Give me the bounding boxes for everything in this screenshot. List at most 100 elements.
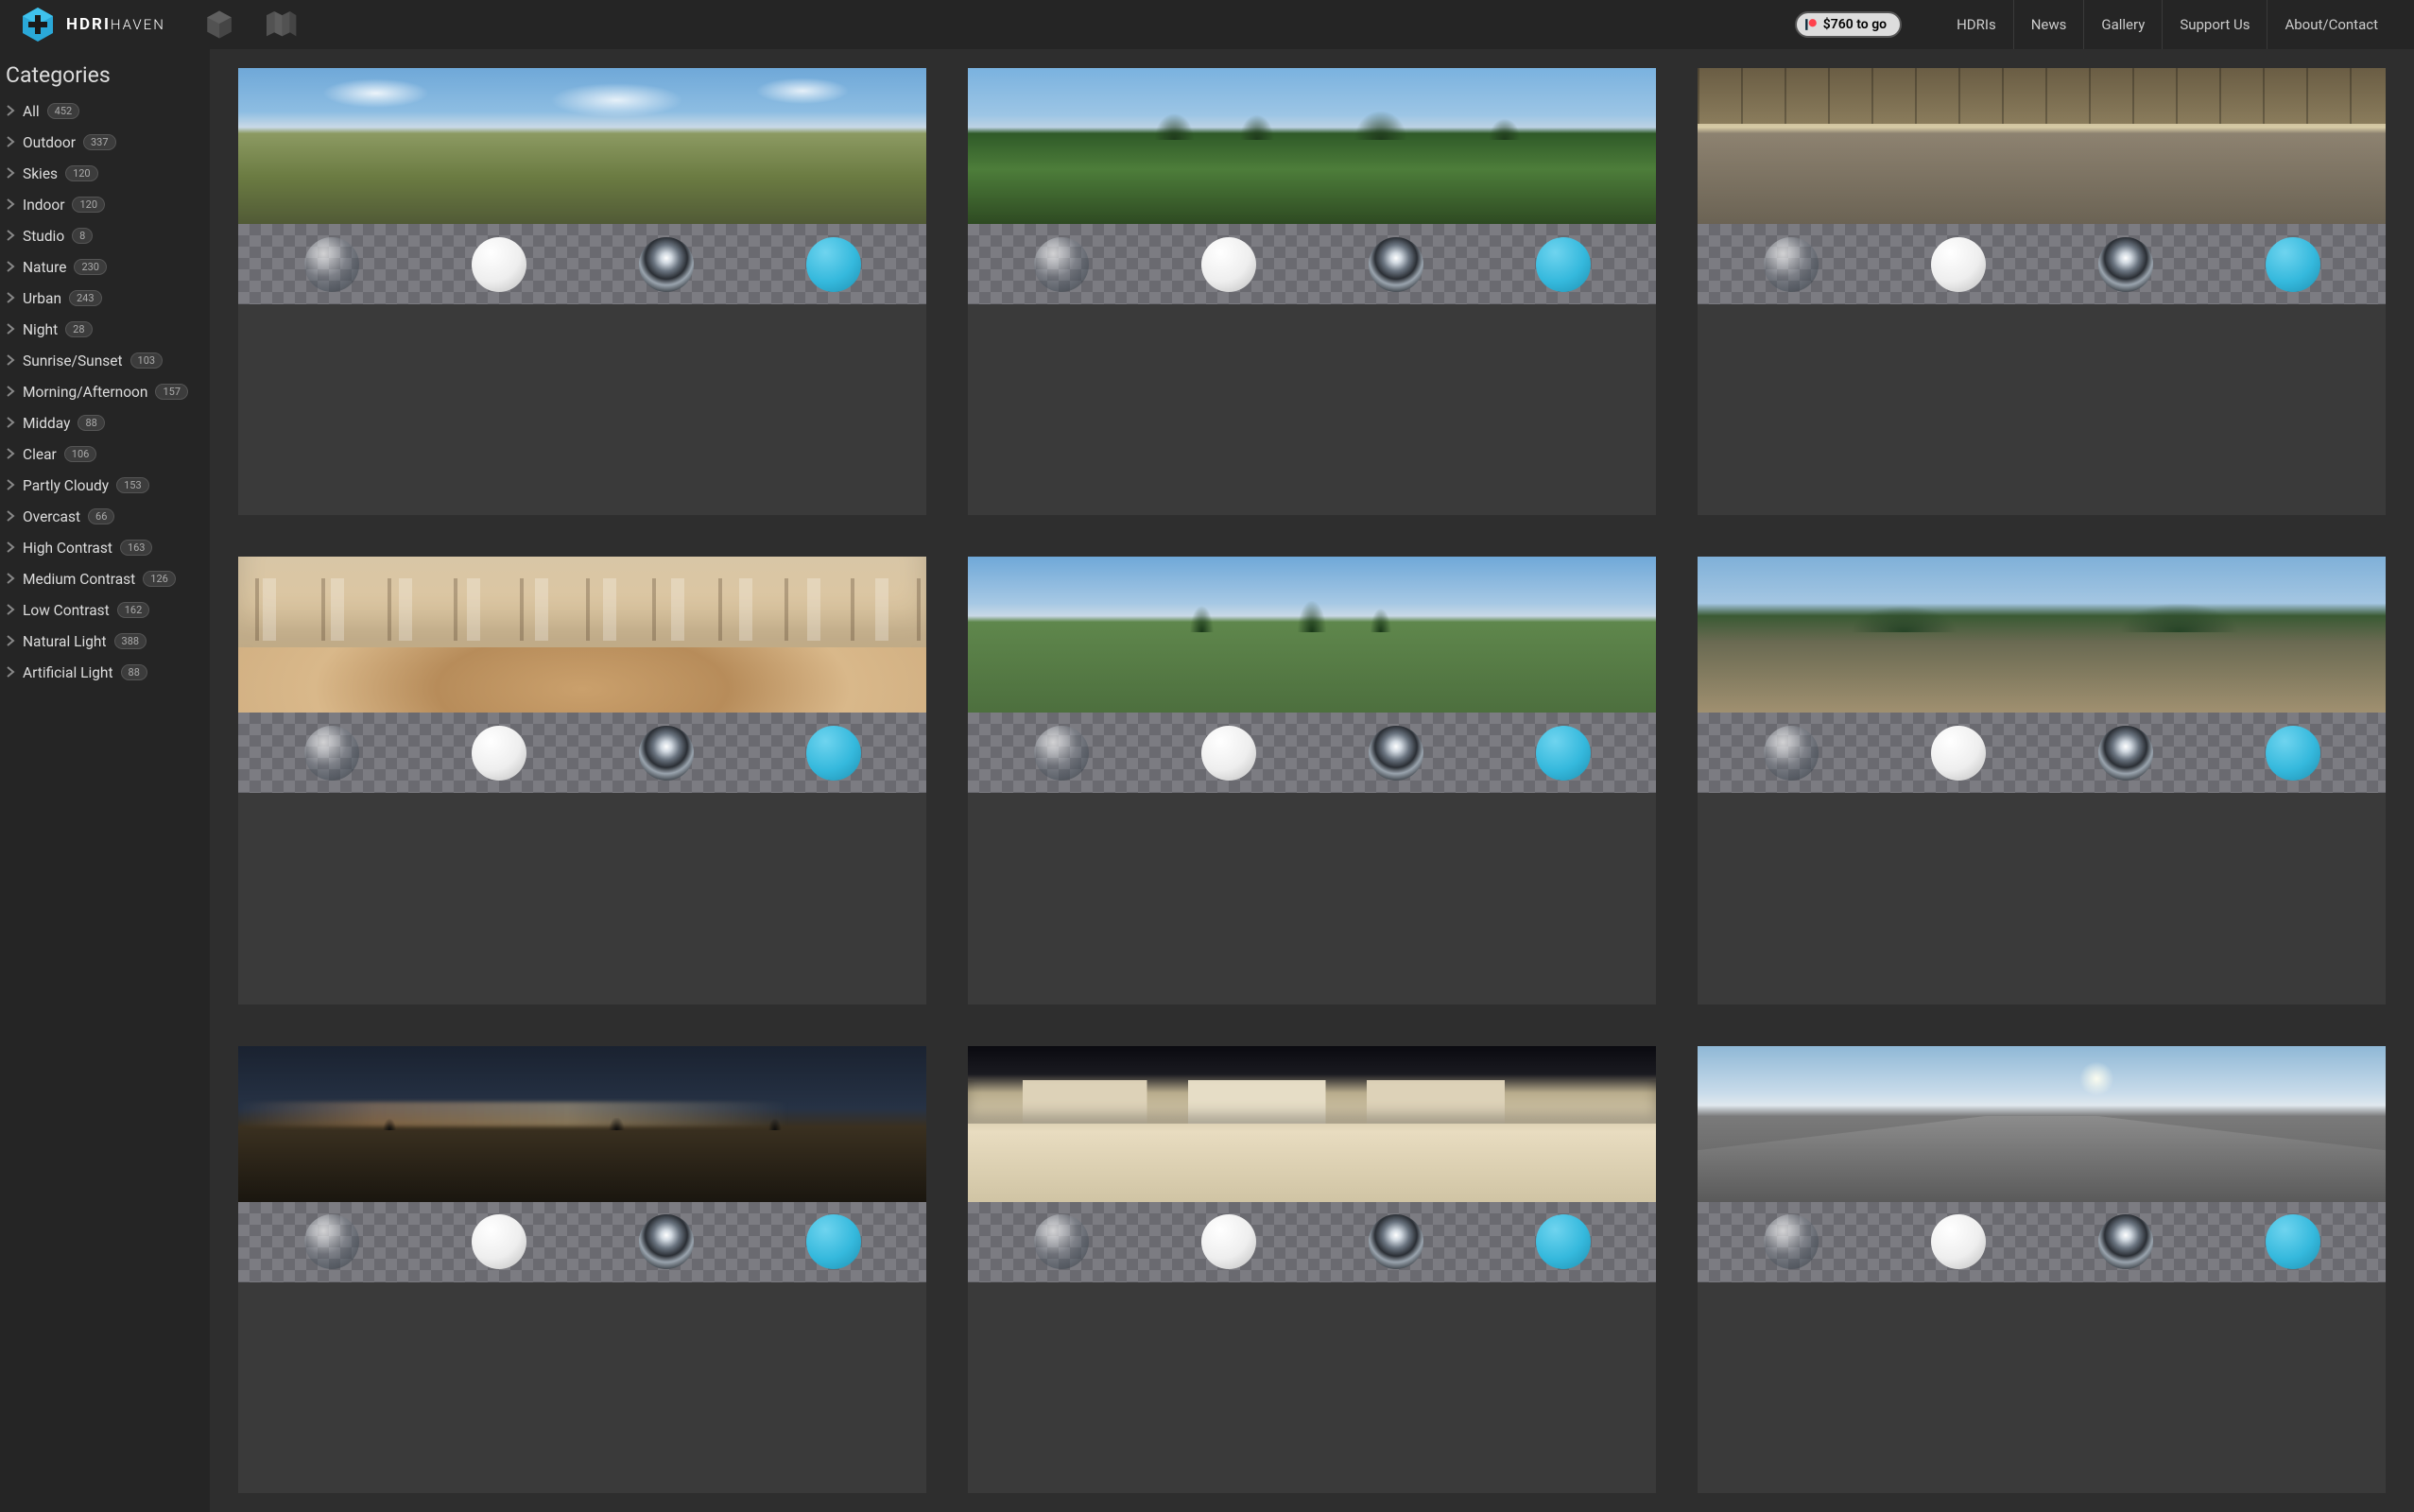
category-label: Sunrise/Sunset xyxy=(23,352,123,369)
texture-haven-icon[interactable] xyxy=(203,9,235,41)
hdri-panorama-preview xyxy=(238,68,926,224)
category-all[interactable]: All452 xyxy=(6,95,204,127)
patreon-icon xyxy=(1804,18,1818,31)
chevron-right-icon xyxy=(6,258,15,276)
category-label: Morning/Afternoon xyxy=(23,384,147,401)
category-count: 126 xyxy=(143,571,176,587)
category-label: Skies xyxy=(23,165,58,182)
chevron-right-icon xyxy=(6,445,15,463)
category-count: 66 xyxy=(88,508,114,524)
category-label: Low Contrast xyxy=(23,602,110,619)
category-morning-afternoon[interactable]: Morning/Afternoon157 xyxy=(6,376,204,407)
sphere-glass xyxy=(1034,726,1089,781)
chevron-right-icon xyxy=(6,102,15,120)
hdri-card[interactable] xyxy=(238,1046,926,1493)
hdri-card[interactable] xyxy=(968,1046,1656,1493)
chevron-right-icon xyxy=(6,507,15,525)
category-count: 388 xyxy=(114,633,147,649)
category-midday[interactable]: Midday88 xyxy=(6,407,204,438)
category-skies[interactable]: Skies 120 xyxy=(6,158,204,189)
nav-hdris[interactable]: HDRIs xyxy=(1940,0,2013,49)
category-sunrise-sunset[interactable]: Sunrise/Sunset103 xyxy=(6,345,204,376)
hdri-panorama-preview xyxy=(968,1046,1656,1202)
chevron-right-icon xyxy=(6,663,15,681)
sphere-chrome xyxy=(639,237,694,292)
main-nav: HDRIsNewsGallerySupport UsAbout/Contact xyxy=(1940,0,2395,49)
sphere-blue xyxy=(1536,1214,1591,1269)
category-label: Natural Light xyxy=(23,633,107,650)
chevron-right-icon xyxy=(6,320,15,338)
category-count: 8 xyxy=(72,228,93,244)
category-clear[interactable]: Clear106 xyxy=(6,438,204,470)
category-high-contrast[interactable]: High Contrast163 xyxy=(6,532,204,563)
category-low-contrast[interactable]: Low Contrast 162 xyxy=(6,594,204,626)
hdri-render-spheres xyxy=(1698,1202,2386,1282)
sidebar-title: Categories xyxy=(6,59,204,95)
category-medium-contrast[interactable]: Medium Contrast 126 xyxy=(6,563,204,594)
nav-news[interactable]: News xyxy=(2013,0,2084,49)
category-label: Medium Contrast xyxy=(23,571,135,588)
hdri-panorama-preview xyxy=(1698,1046,2386,1202)
nav-gallery[interactable]: Gallery xyxy=(2083,0,2162,49)
sphere-glass xyxy=(304,1214,359,1269)
category-artificial-light[interactable]: Artificial Light88 xyxy=(6,657,204,688)
category-count: 120 xyxy=(72,197,105,213)
category-count: 162 xyxy=(117,602,150,618)
category-overcast[interactable]: Overcast 66 xyxy=(6,501,204,532)
hdri-render-spheres xyxy=(968,1202,1656,1282)
sphere-white xyxy=(1931,237,1986,292)
sphere-white xyxy=(1201,726,1256,781)
header: HDRIHAVEN $760 to go HDRIsNewsGallerySup… xyxy=(0,0,2414,49)
site-logo[interactable]: HDRIHAVEN xyxy=(19,6,165,43)
sphere-blue xyxy=(2266,726,2320,781)
hdri-panorama-preview xyxy=(238,557,926,713)
category-count: 243 xyxy=(69,290,102,306)
sphere-blue xyxy=(2266,1214,2320,1269)
chevron-right-icon xyxy=(6,383,15,401)
category-label: Partly Cloudy xyxy=(23,477,109,494)
nav-support-us[interactable]: Support Us xyxy=(2162,0,2267,49)
chevron-right-icon xyxy=(6,414,15,432)
hdri-render-spheres xyxy=(238,224,926,304)
category-count: 230 xyxy=(74,259,107,275)
chevron-right-icon xyxy=(6,227,15,245)
category-nature[interactable]: Nature 230 xyxy=(6,251,204,283)
hdri-card[interactable] xyxy=(238,68,926,515)
sphere-chrome xyxy=(1369,726,1423,781)
hdri-render-spheres xyxy=(238,1202,926,1282)
sphere-glass xyxy=(1034,1214,1089,1269)
hdri-card[interactable] xyxy=(1698,557,2386,1004)
hdri-panorama-preview xyxy=(968,557,1656,713)
category-partly-cloudy[interactable]: Partly Cloudy 153 xyxy=(6,470,204,501)
sphere-chrome xyxy=(2098,1214,2153,1269)
category-studio[interactable]: Studio8 xyxy=(6,220,204,251)
category-count: 153 xyxy=(116,477,149,493)
hdri-card[interactable] xyxy=(968,557,1656,1004)
nav-about-contact[interactable]: About/Contact xyxy=(2267,0,2395,49)
hdri-panorama-preview xyxy=(1698,68,2386,224)
sphere-blue xyxy=(806,726,861,781)
funding-goal-pill[interactable]: $760 to go xyxy=(1795,11,1902,38)
category-label: Nature xyxy=(23,259,66,276)
sphere-glass xyxy=(1764,1214,1819,1269)
chevron-right-icon xyxy=(6,539,15,557)
category-indoor[interactable]: Indoor120 xyxy=(6,189,204,220)
category-label: Overcast xyxy=(23,508,80,525)
hdri-card[interactable] xyxy=(1698,1046,2386,1493)
category-urban[interactable]: Urban243 xyxy=(6,283,204,314)
model-haven-icon[interactable] xyxy=(262,9,298,41)
category-outdoor[interactable]: Outdoor337 xyxy=(6,127,204,158)
category-count: 120 xyxy=(65,165,98,181)
category-night[interactable]: Night28 xyxy=(6,314,204,345)
hdri-render-spheres xyxy=(238,713,926,793)
sidebar: Categories All452Outdoor337Skies120Indoo… xyxy=(0,49,210,1512)
logo-text: HDRIHAVEN xyxy=(66,15,165,34)
chevron-right-icon xyxy=(6,164,15,182)
hdri-panorama-preview xyxy=(238,1046,926,1202)
hdri-card[interactable] xyxy=(968,68,1656,515)
hdri-card[interactable] xyxy=(238,557,926,1004)
chevron-right-icon xyxy=(6,570,15,588)
category-count: 88 xyxy=(78,415,104,431)
category-natural-light[interactable]: Natural Light 388 xyxy=(6,626,204,657)
hdri-card[interactable] xyxy=(1698,68,2386,515)
